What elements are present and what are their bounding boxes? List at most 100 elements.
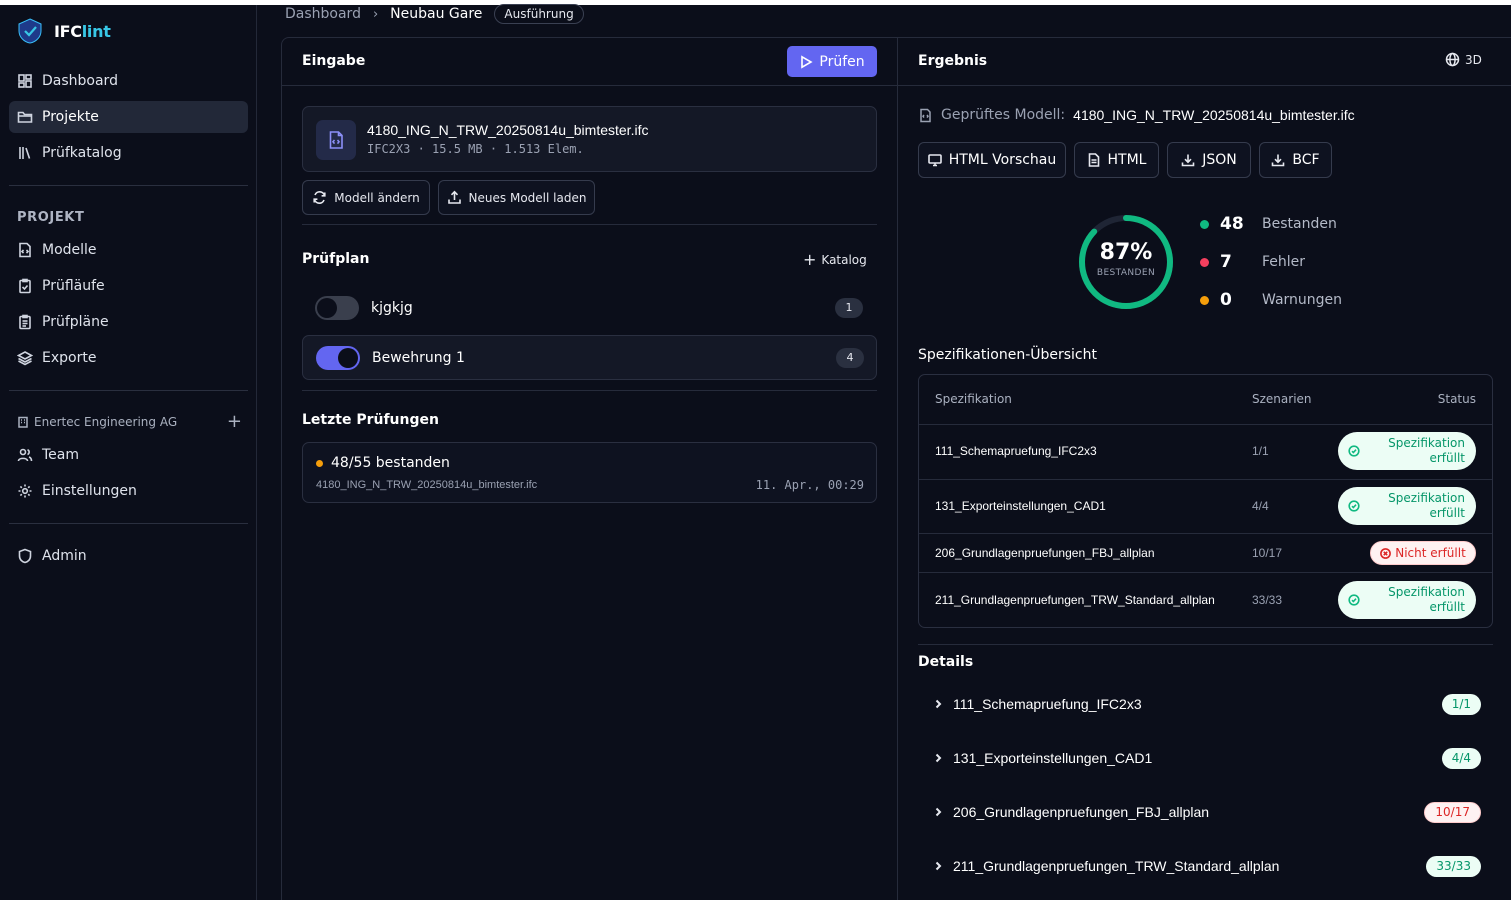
plan-toggle[interactable]	[316, 345, 360, 370]
load-new-model-label: Neues Modell laden	[468, 190, 587, 205]
spec-name: 131_Exporteinstellungen_CAD1	[935, 499, 1106, 513]
export-label: HTML	[1107, 152, 1147, 168]
sidebar-item-label: Team	[42, 447, 80, 463]
recent-check-file: 4180_ING_N_TRW_20250814u_bimtester.ifc	[316, 479, 538, 491]
detail-row[interactable]: 131_Exporteinstellungen_CAD1 4/4	[918, 740, 1493, 776]
globe-icon	[1445, 52, 1460, 67]
detail-row[interactable]: 111_Schemapruefung_IFC2x3 1/1	[918, 686, 1493, 722]
export-label: HTML Vorschau	[948, 152, 1057, 168]
spec-scenarios: 33/33	[1252, 593, 1283, 607]
export-html-preview-button[interactable]: HTML Vorschau	[918, 142, 1066, 178]
sidebar-item-label: Projekte	[42, 109, 99, 125]
sidebar-item-pruefläufe[interactable]: Prüfläufe	[9, 270, 248, 302]
sidebar-item-dashboard[interactable]: Dashboard	[9, 65, 248, 97]
spec-overview-table: Spezifikation Szenarien Status 111_Schem…	[918, 374, 1493, 628]
breadcrumb-dashboard-link[interactable]: Dashboard	[285, 6, 361, 22]
detail-row[interactable]: 206_Grundlagenpruefungen_FBJ_allplan 10/…	[918, 794, 1493, 830]
status-label: Spezifikation erfüllt	[1388, 436, 1465, 465]
sidebar-item-label: Exporte	[42, 350, 97, 366]
sidebar-item-label: Prüfläufe	[42, 278, 105, 294]
sidebar-item-projekte[interactable]: Projekte	[9, 101, 248, 133]
panel-header-divider	[282, 85, 1511, 86]
breadcrumb: Dashboard › Neubau Gare Ausführung	[285, 4, 584, 24]
export-label: BCF	[1292, 152, 1320, 168]
detail-count-badge: 1/1	[1441, 693, 1481, 715]
stat-label: Warnungen	[1262, 292, 1343, 308]
result-panel-title: Ergebnis	[918, 53, 988, 69]
panel-divider	[897, 37, 898, 900]
sidebar-item-label: Prüfkatalog	[42, 145, 122, 161]
org-switcher[interactable]: Enertec Engineering AG +	[17, 413, 242, 431]
monitor-icon	[927, 154, 942, 167]
sidebar-item-admin[interactable]: Admin	[9, 540, 248, 572]
stat-errors: 7 Fehler	[1200, 252, 1305, 272]
upload-icon	[447, 190, 461, 204]
file-icon-box	[316, 120, 356, 160]
sidebar-item-label: Prüfpläne	[42, 314, 109, 330]
folder-icon	[17, 111, 33, 123]
detail-spec-name: 206_Grundlagenpruefungen_FBJ_allplan	[953, 804, 1210, 820]
ifclint-logo-icon	[18, 18, 42, 44]
play-icon	[801, 54, 813, 69]
export-bcf-button[interactable]: BCF	[1259, 142, 1332, 178]
sidebar-item-einstellungen[interactable]: Einstellungen	[9, 475, 248, 507]
sidebar-item-label: Dashboard	[42, 73, 118, 89]
sidebar-item-modelle[interactable]: Modelle	[9, 234, 248, 266]
model-file-card: 4180_ING_N_TRW_20250814u_bimtester.ifc I…	[302, 106, 877, 172]
detail-count-badge: 10/17	[1424, 801, 1481, 823]
load-new-model-button[interactable]: Neues Modell laden	[438, 180, 595, 215]
chevron-right-icon	[935, 861, 942, 871]
column-header: Spezifikation	[935, 392, 1012, 406]
add-from-catalog-button[interactable]: + Katalog	[803, 250, 867, 269]
sidebar-item-label: Modelle	[42, 242, 97, 258]
check-circle-icon	[1348, 445, 1360, 457]
change-model-button[interactable]: Modell ändern	[302, 180, 430, 215]
recent-checks-title: Letzte Prüfungen	[302, 412, 439, 428]
sidebar-item-pruefplaene[interactable]: Prüfpläne	[9, 306, 248, 338]
recent-check-item[interactable]: 48/55 bestanden 4180_ING_N_TRW_20250814u…	[302, 442, 877, 503]
stat-warnings: 0 Warnungen	[1200, 290, 1342, 310]
check-button[interactable]: Prüfen	[787, 46, 877, 77]
spec-scenarios: 4/4	[1252, 499, 1269, 513]
status-badge: Spezifikation erfüllt	[1338, 432, 1476, 470]
view-3d-button[interactable]: 3D	[1445, 52, 1482, 67]
row-divider	[919, 424, 1492, 425]
row-divider	[919, 572, 1492, 573]
plan-name: Bewehrung 1	[372, 349, 465, 366]
chevron-right-icon	[935, 753, 942, 763]
sidebar-item-pruefkatalog[interactable]: Prüfkatalog	[9, 137, 248, 169]
plan-row[interactable]: Bewehrung 1 4	[302, 335, 877, 380]
breadcrumb-current-project: Neubau Gare	[390, 6, 483, 22]
brand[interactable]: IFClint	[18, 18, 111, 44]
export-label: JSON	[1202, 152, 1237, 168]
spec-name: 211_Grundlagenpruefungen_TRW_Standard_al…	[935, 593, 1215, 607]
sidebar-divider	[9, 523, 248, 524]
add-org-icon[interactable]: +	[227, 413, 242, 431]
gear-icon	[18, 484, 32, 498]
plan-row[interactable]: kjgkjg 1	[302, 285, 877, 330]
input-panel-title: Eingabe	[302, 53, 366, 69]
recent-check-time: 11. Apr., 00:29	[755, 478, 864, 492]
sidebar-item-label: Einstellungen	[42, 483, 137, 499]
plan-toggle[interactable]	[315, 295, 359, 320]
export-html-button[interactable]: HTML	[1074, 142, 1159, 178]
project-section-label: PROJEKT	[17, 210, 85, 225]
sidebar-item-team[interactable]: Team	[9, 439, 248, 471]
stat-passed: 48 Bestanden	[1200, 214, 1337, 234]
column-header: Szenarien	[1252, 392, 1312, 406]
section-divider	[918, 644, 1493, 645]
stat-value: 0	[1220, 290, 1232, 310]
org-name: Enertec Engineering AG	[34, 415, 178, 429]
building-icon	[18, 416, 28, 428]
status-label: Spezifikation erfüllt	[1388, 585, 1465, 614]
check-circle-icon	[1348, 500, 1360, 512]
export-json-button[interactable]: JSON	[1167, 142, 1251, 178]
status-badge: Spezifikation erfüllt	[1338, 487, 1476, 525]
detail-row[interactable]: 211_Grundlagenpruefungen_TRW_Standard_al…	[918, 848, 1493, 884]
dashboard-icon	[18, 74, 32, 88]
chevron-right-icon	[935, 699, 942, 709]
project-phase-badge: Ausführung	[494, 4, 584, 24]
sidebar-item-exporte[interactable]: Exporte	[9, 342, 248, 374]
detail-spec-name: 211_Grundlagenpruefungen_TRW_Standard_al…	[953, 858, 1280, 874]
row-divider	[919, 479, 1492, 480]
